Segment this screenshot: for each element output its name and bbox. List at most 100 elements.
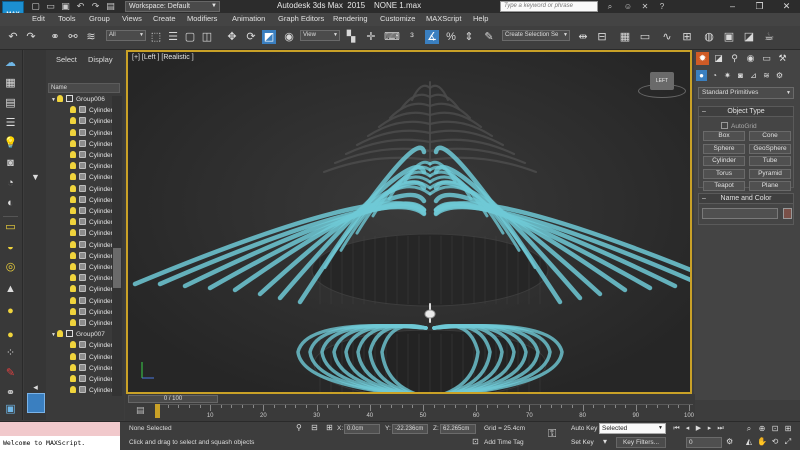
help-icon[interactable]: ? <box>656 1 668 12</box>
tree-group-row[interactable]: ▼ Group007 <box>51 329 105 340</box>
snaps-toggle-icon[interactable]: ³ <box>405 30 419 44</box>
tree-item-row[interactable]: Cylinder <box>70 172 113 183</box>
hierarchy-tab-icon[interactable]: ⚲ <box>728 52 741 65</box>
create-geosphere-button[interactable]: GeoSphere <box>749 143 791 154</box>
object-type-rollout-title[interactable]: – Object Type <box>699 107 793 117</box>
material-editor-icon[interactable]: ◍ <box>702 30 716 44</box>
x-coordinate-field[interactable]: 0.0cm <box>344 424 380 434</box>
time-slider-thumb[interactable] <box>155 404 160 418</box>
rotate-icon[interactable]: ⟳ <box>244 30 258 44</box>
visibility-bulb-icon[interactable] <box>70 386 76 394</box>
minimize-icon[interactable]: – <box>719 0 746 13</box>
tab-display[interactable]: Display <box>88 55 113 64</box>
link-icon[interactable]: ⚭ <box>48 30 62 44</box>
unlink-icon[interactable]: ⚯ <box>66 30 80 44</box>
paint-icon[interactable]: ✎ <box>3 366 18 380</box>
visibility-bulb-icon[interactable] <box>70 184 76 192</box>
visibility-bulb-icon[interactable] <box>70 195 76 203</box>
exchange-icon[interactable]: ✕ <box>639 1 651 12</box>
tree-item-row[interactable]: Cylinder <box>70 374 113 385</box>
pan-icon[interactable]: ✋ <box>757 436 767 447</box>
named-selection-set-dropdown[interactable]: Create Selection Se ▼ <box>502 30 570 41</box>
object-color-swatch[interactable] <box>783 208 792 219</box>
display-tab-icon[interactable]: ▭ <box>760 52 773 65</box>
tree-item-row[interactable]: Cylinder <box>70 340 113 351</box>
maxscript-listener-output[interactable]: Welcome to MAXScript. <box>0 436 120 450</box>
scroll-icon[interactable]: ◂ <box>28 380 43 394</box>
mirror-icon[interactable]: ⇹ <box>576 30 590 44</box>
menu-customize[interactable]: Customize <box>380 14 415 23</box>
explorer-selected-button[interactable] <box>27 393 45 413</box>
render-icon[interactable]: ☕ <box>762 30 776 44</box>
visibility-bulb-icon[interactable] <box>70 229 76 237</box>
visibility-bulb-icon[interactable] <box>70 319 76 326</box>
visibility-bulb-icon[interactable] <box>70 117 76 125</box>
layer-explorer-icon[interactable]: ▦ <box>618 30 632 44</box>
shapes-category-icon[interactable]: ◔ <box>709 70 720 81</box>
torus-icon[interactable]: ◎ <box>3 260 18 274</box>
menu-modifiers[interactable]: Modifiers <box>187 14 217 23</box>
visibility-bulb-icon[interactable] <box>70 375 76 382</box>
search-input[interactable]: Type a keyword or phrase <box>500 1 598 12</box>
undo-icon[interactable]: ↶ <box>6 30 20 44</box>
ribbon-toggle-icon[interactable]: ▭ <box>638 30 652 44</box>
cameras-category-icon[interactable]: ◙ <box>735 70 746 81</box>
tree-item-row[interactable]: Cylinder <box>70 150 113 161</box>
selection-filter-dropdown[interactable]: All ▼ <box>106 30 146 41</box>
select-manipulate-icon[interactable]: ✛ <box>364 30 378 44</box>
tree-item-row[interactable]: Cylinder <box>70 161 113 172</box>
tree-item-row[interactable]: Cylinder <box>70 217 113 228</box>
zoom-icon[interactable]: ⌕ <box>744 423 754 434</box>
zoom-all-icon[interactable]: ⊕ <box>757 423 767 434</box>
bind-space-warp-icon[interactable]: ≋ <box>84 30 98 44</box>
create-cylinder-button[interactable]: Cylinder <box>703 156 745 166</box>
visibility-bulb-icon[interactable] <box>70 263 76 270</box>
window-crossing-icon[interactable]: ◫ <box>200 30 214 44</box>
render-setup-icon[interactable]: ▣ <box>722 30 736 44</box>
visibility-bulb-icon[interactable] <box>70 240 76 248</box>
create-cone-button[interactable]: Cone <box>749 131 791 141</box>
menu-graph-editors[interactable]: Graph Editors <box>278 14 324 23</box>
menu-tools[interactable]: Tools <box>58 14 76 23</box>
menu-help[interactable]: Help <box>473 14 488 23</box>
tree-item-row[interactable]: Cylinder <box>70 296 113 307</box>
redo-quick-icon[interactable]: ↷ <box>90 1 101 11</box>
modify-tab-icon[interactable]: ◪ <box>712 52 725 65</box>
move-icon[interactable]: ✥ <box>225 30 239 44</box>
time-tag-icon[interactable]: ⊡ <box>472 437 479 446</box>
curve-editor-icon[interactable]: ∿ <box>660 30 674 44</box>
select-object-icon[interactable]: ⬚ <box>149 30 163 44</box>
menu-group[interactable]: Group <box>89 14 110 23</box>
tree-item-row[interactable]: Cylinder <box>70 273 113 284</box>
rendered-frame-icon[interactable]: ◪ <box>742 30 756 44</box>
visibility-bulb-icon[interactable] <box>57 330 63 338</box>
isolate-icon[interactable]: ⊟ <box>311 423 318 432</box>
menu-create[interactable]: Create <box>153 14 176 23</box>
time-slider[interactable]: 0 / 100 <box>128 395 218 403</box>
key-icon[interactable]: ⚿ <box>548 428 556 441</box>
visibility-bulb-icon[interactable] <box>70 363 76 371</box>
fov-icon[interactable]: ◭ <box>744 436 754 447</box>
scrollbar-thumb[interactable] <box>113 248 121 288</box>
rect-selection-icon[interactable]: ▢ <box>183 30 197 44</box>
tab-select[interactable]: Select <box>56 55 77 64</box>
tree-item-row[interactable]: Cylinder <box>70 128 113 139</box>
absolute-mode-icon[interactable]: ⊞ <box>326 423 333 432</box>
zoom-extents-icon[interactable]: ⊡ <box>770 423 780 434</box>
sphere-icon[interactable]: ● <box>3 304 18 318</box>
tree-item-row[interactable]: Cylinder <box>70 251 113 262</box>
tree-item-row[interactable]: Cylinder <box>70 105 113 116</box>
name-color-rollout-title[interactable]: – Name and Color <box>699 194 793 204</box>
visibility-bulb-icon[interactable] <box>70 139 76 147</box>
spinner-snap-icon[interactable]: ⇕ <box>462 30 476 44</box>
visibility-bulb-icon[interactable] <box>70 207 76 214</box>
create-torus-button[interactable]: Torus <box>703 168 745 179</box>
set-key-button[interactable]: Set Key <box>571 437 594 448</box>
orbit-icon[interactable]: ⟲ <box>770 436 780 447</box>
tree-item-row[interactable]: Cylinder <box>70 318 113 329</box>
lights-category-icon[interactable]: ✷ <box>722 70 733 81</box>
mini-curve-editor-icon[interactable]: ▤ <box>136 405 145 416</box>
visibility-bulb-icon[interactable] <box>70 307 76 315</box>
tree-item-row[interactable]: Cylinder <box>70 363 113 374</box>
visibility-bulb-icon[interactable] <box>70 274 76 282</box>
